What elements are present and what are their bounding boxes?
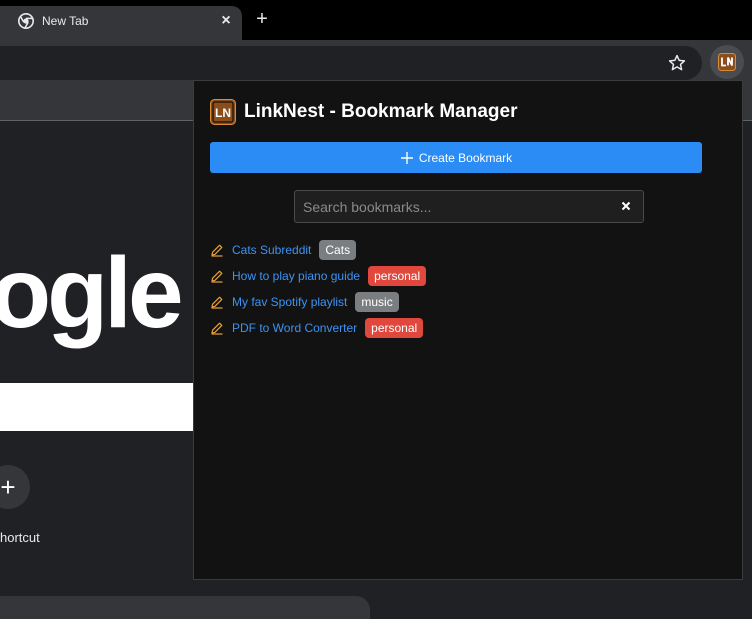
ntp-customize-bar (0, 596, 370, 619)
plus-icon (400, 151, 413, 164)
create-bookmark-button[interactable]: Create Bookmark (210, 142, 702, 173)
bookmark-link[interactable]: PDF to Word Converter (232, 321, 357, 335)
toolbar (0, 40, 752, 84)
bookmark-row: PDF to Word Converter personal (210, 315, 710, 341)
linknest-logo-icon (718, 53, 736, 71)
popup-header: LN LinkNest - Bookmark Manager (210, 99, 517, 125)
bookmark-star-icon[interactable] (667, 53, 687, 73)
search-box (294, 190, 644, 223)
bookmark-row: Cats Subreddit Cats (210, 237, 710, 263)
bookmark-tag: Cats (319, 240, 357, 260)
tab-new-tab[interactable]: New Tab × (0, 6, 242, 40)
bookmark-link[interactable]: My fav Spotify playlist (232, 295, 347, 309)
tab-strip: New Tab × + (0, 0, 752, 40)
linknest-extension-button[interactable] (710, 45, 744, 79)
ntp-search-box[interactable] (0, 383, 200, 431)
bookmark-list: Cats Subreddit Cats How to play piano gu… (210, 237, 710, 341)
add-shortcut-button[interactable]: + (0, 465, 30, 509)
bookmark-row: My fav Spotify playlist music (210, 289, 710, 315)
new-tab-button[interactable]: + (252, 9, 272, 29)
bookmark-tag: personal (365, 318, 424, 338)
bookmark-row: How to play piano guide personal (210, 263, 710, 289)
create-bookmark-label: Create Bookmark (418, 150, 513, 165)
tab-close-icon[interactable]: × (216, 11, 236, 31)
clear-search-icon[interactable] (619, 199, 633, 213)
bookmark-tag: personal (368, 266, 427, 286)
bookmark-link[interactable]: How to play piano guide (232, 269, 360, 283)
address-bar[interactable] (0, 46, 702, 80)
popup-title: LinkNest - Bookmark Manager (244, 101, 518, 122)
bookmark-link[interactable]: Cats Subreddit (232, 243, 311, 257)
bookmark-tag: music (355, 292, 399, 312)
edit-pencil-icon[interactable] (210, 243, 224, 257)
edit-pencil-icon[interactable] (210, 269, 224, 283)
edit-pencil-icon[interactable] (210, 295, 224, 309)
chrome-icon (18, 13, 34, 29)
google-logo: ogle (0, 237, 184, 349)
logo-text: LN (215, 106, 231, 120)
browser-window: New Tab × + ogle + hortcut LN LinkNest -… (0, 0, 752, 619)
linknest-popup: LN LinkNest - Bookmark Manager Create Bo… (193, 80, 743, 580)
search-input[interactable] (295, 191, 605, 222)
add-shortcut-label: hortcut (0, 530, 40, 545)
tab-title: New Tab (42, 14, 89, 28)
edit-pencil-icon[interactable] (210, 321, 224, 335)
linknest-logo-icon: LN (210, 99, 236, 125)
